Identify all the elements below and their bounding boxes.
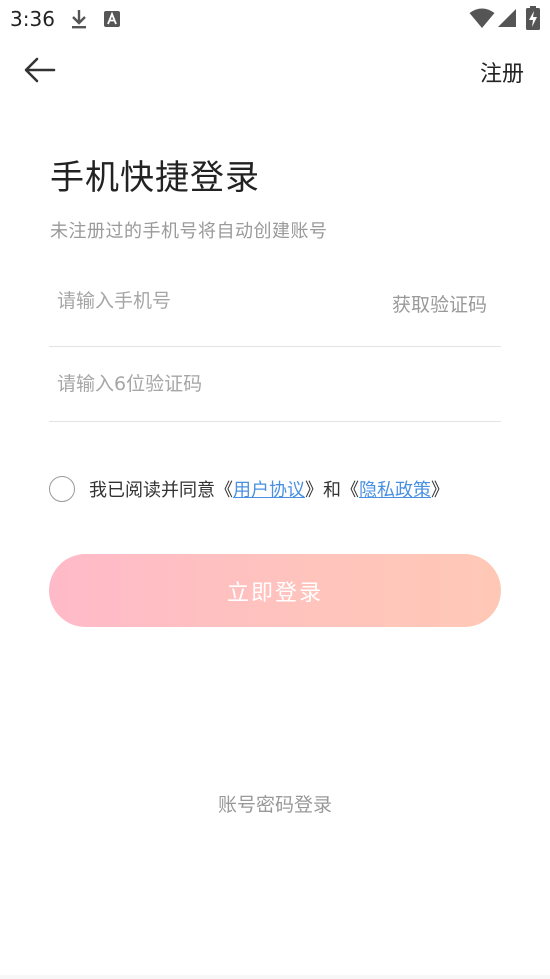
page-title: 手机快捷登录	[50, 158, 260, 198]
download-icon	[68, 8, 90, 34]
a11y-icon	[103, 10, 121, 32]
back-button[interactable]	[20, 52, 60, 88]
agreement-row: 我已阅读并同意《 用户协议 》和《 隐私政策》	[49, 475, 449, 503]
arrow-left-icon	[24, 57, 56, 83]
bottom-edge	[0, 975, 550, 979]
signal-icon	[497, 8, 517, 32]
phone-field-row: 获取验证码	[49, 268, 501, 347]
agreement-suffix-text: 》	[431, 480, 449, 501]
status-time: 3:36	[10, 7, 55, 31]
wifi-icon	[469, 7, 495, 33]
phone-input[interactable]	[57, 281, 357, 321]
page-subtitle: 未注册过的手机号将自动创建账号	[50, 221, 328, 242]
user-agreement-link[interactable]: 用户协议	[233, 476, 305, 502]
agreement-middle-text: 》和《	[305, 480, 359, 501]
code-field-row	[49, 350, 501, 422]
status-bar: 3:36	[0, 0, 550, 36]
login-screen: 3:36 注册 手机快捷登录 未注册过的手机号将自动创建账号 请输入手机号 获取…	[0, 0, 550, 979]
privacy-policy-link[interactable]: 隐私政策	[359, 476, 431, 502]
login-button[interactable]: 立即登录	[49, 554, 501, 627]
password-login-link[interactable]: 账号密码登录	[0, 790, 550, 817]
battery-charging-icon	[526, 6, 540, 34]
agreement-prefix-text: 我已阅读并同意《	[89, 480, 233, 501]
get-code-button[interactable]: 获取验证码	[392, 290, 487, 317]
verification-code-input[interactable]	[57, 364, 357, 404]
register-link[interactable]: 注册	[480, 56, 524, 88]
agreement-checkbox[interactable]	[49, 476, 75, 502]
